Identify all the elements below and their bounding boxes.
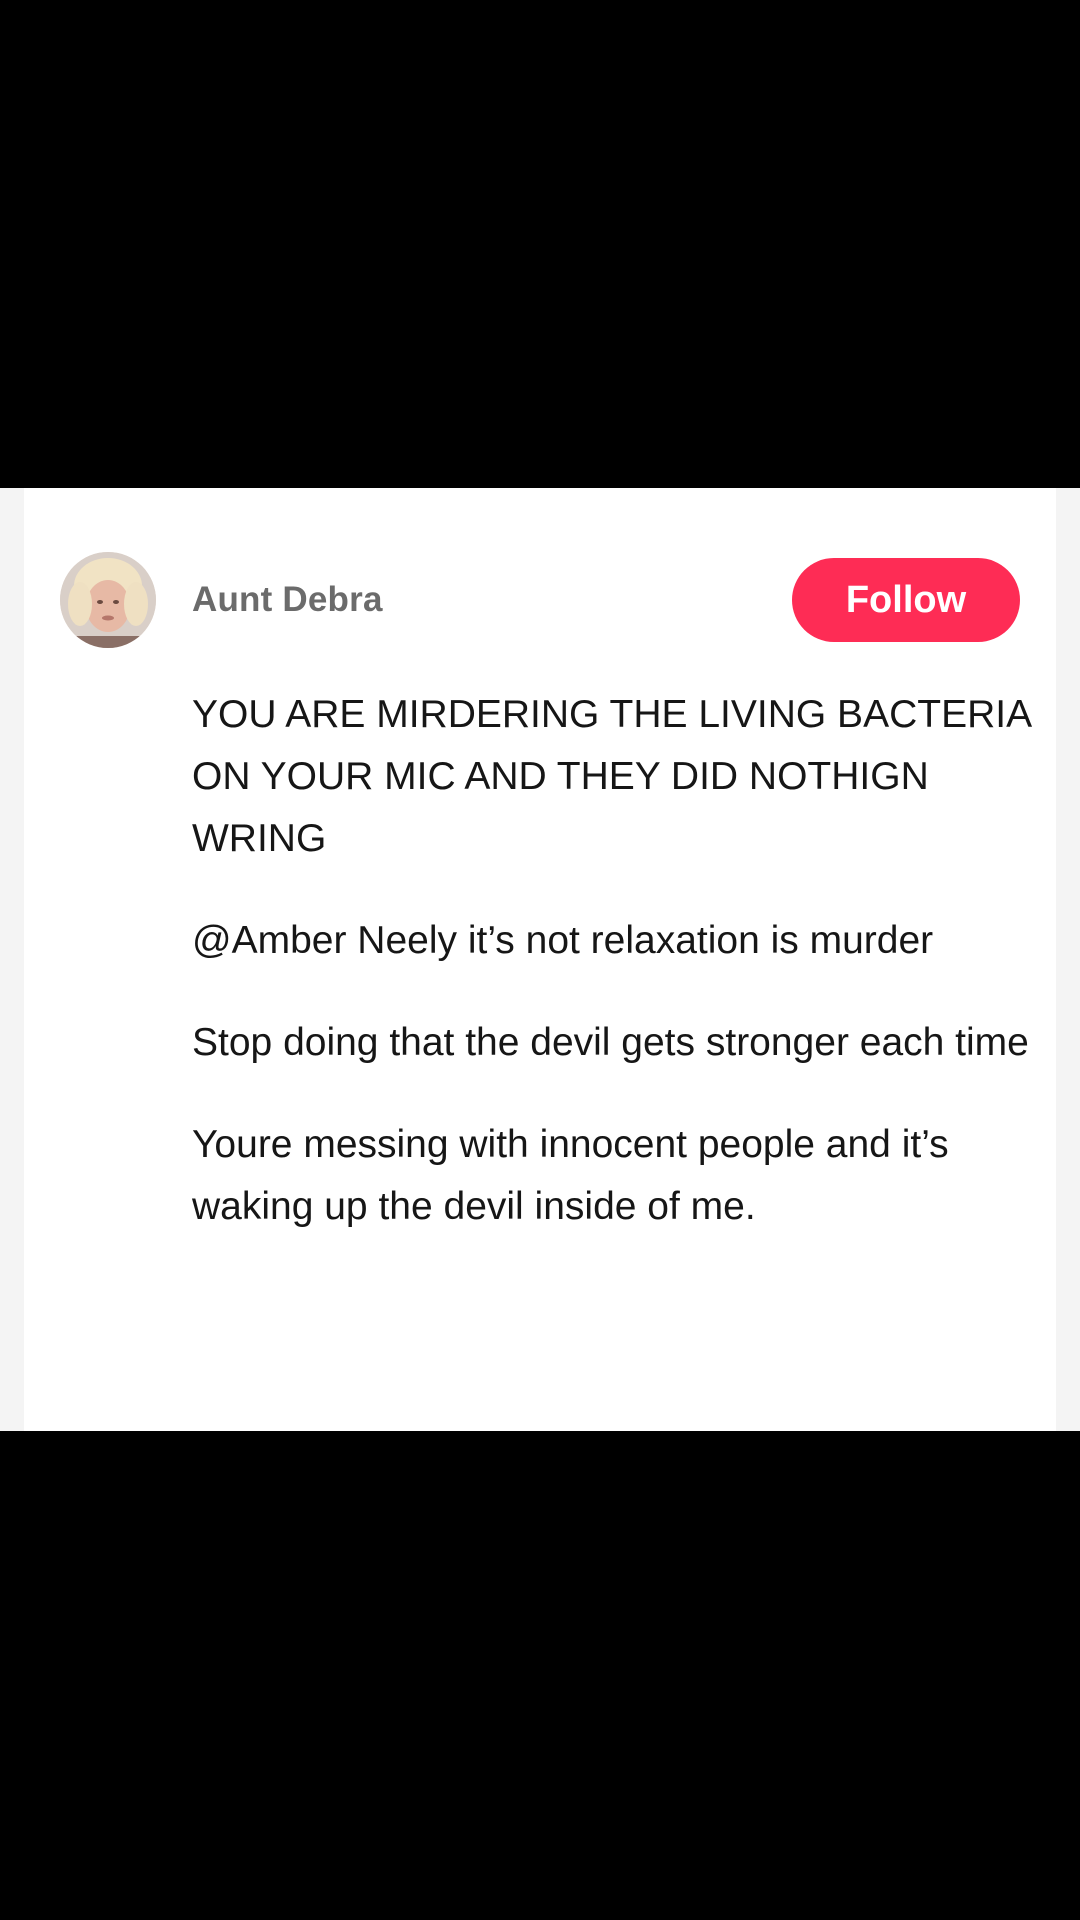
comment-list: YOU ARE MIRDERING THE LIVING BACTERIA ON…	[192, 684, 1052, 1278]
comment-text: Youre messing with innocent people and i…	[192, 1123, 949, 1228]
comment-text: YOU ARE MIRDERING THE LIVING BACTERIA ON…	[192, 693, 1030, 860]
username[interactable]: Aunt Debra	[192, 580, 383, 620]
follow-button[interactable]: Follow	[792, 558, 1020, 642]
user-avatar[interactable]	[60, 552, 156, 648]
comment-text: @Amber Neely it’s not relaxation is murd…	[192, 919, 934, 962]
letterbox-top	[0, 0, 1080, 488]
comment-card: Aunt Debra Follow YOU ARE MIRDERING THE …	[24, 488, 1056, 1431]
letterbox-bottom	[0, 1431, 1080, 1920]
comment-text: Stop doing that the devil gets stronger …	[192, 1021, 1029, 1064]
avatar-photo-icon	[60, 552, 156, 648]
